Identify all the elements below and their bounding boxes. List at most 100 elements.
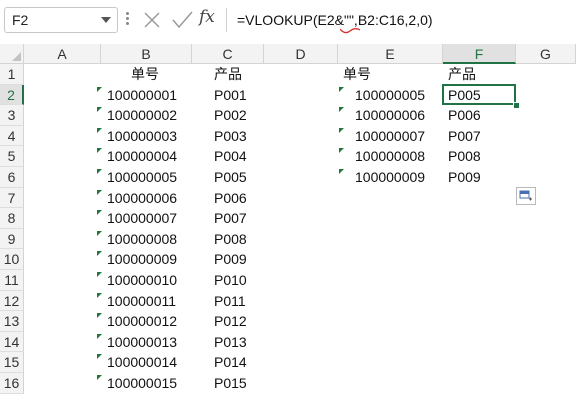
- number-as-text-indicator: [339, 107, 344, 113]
- select-all-button[interactable]: [0, 44, 24, 64]
- formula-bar: F2 fx =VLOOKUP(E2&"",B2:C16,2,0): [0, 0, 576, 40]
- order-cell[interactable]: 100000004: [107, 146, 177, 166]
- row-header-13[interactable]: 13: [0, 311, 24, 332]
- row-header-14[interactable]: 14: [0, 331, 24, 353]
- column-header-f[interactable]: F: [443, 44, 516, 64]
- product-cell[interactable]: P003: [214, 126, 247, 146]
- divider: [226, 8, 227, 32]
- product-cell[interactable]: P009: [214, 249, 247, 269]
- order-cell[interactable]: 100000005: [355, 85, 425, 105]
- order-cell[interactable]: 100000003: [107, 126, 177, 146]
- product-cell[interactable]: P013: [214, 332, 247, 352]
- number-as-text-indicator: [97, 127, 102, 133]
- order-cell[interactable]: 100000011: [107, 291, 176, 311]
- row-header-1[interactable]: 1: [0, 64, 24, 85]
- number-as-text-indicator: [97, 375, 102, 380]
- order-cell[interactable]: 100000001: [107, 85, 177, 105]
- number-as-text-indicator: [97, 148, 102, 154]
- product-cell[interactable]: P002: [214, 105, 247, 125]
- column-header-c[interactable]: C: [192, 44, 264, 64]
- row-header-6[interactable]: 6: [0, 167, 24, 188]
- order-cell[interactable]: 100000002: [107, 105, 177, 125]
- order-cell[interactable]: 100000006: [107, 188, 177, 208]
- product-cell[interactable]: P004: [214, 146, 247, 166]
- order-cell[interactable]: 100000013: [107, 332, 177, 352]
- table-header-product[interactable]: 产品: [448, 64, 476, 84]
- product-cell[interactable]: P001: [214, 85, 247, 105]
- order-cell[interactable]: 100000008: [107, 229, 177, 249]
- order-cell[interactable]: 100000014: [107, 352, 177, 372]
- number-as-text-indicator: [97, 230, 102, 236]
- product-cell[interactable]: P011: [214, 291, 246, 311]
- paste-options-icon[interactable]: [516, 187, 536, 205]
- row-header-11[interactable]: 11: [0, 270, 24, 291]
- number-as-text-indicator: [97, 189, 102, 195]
- order-cell[interactable]: 100000008: [355, 146, 425, 166]
- number-as-text-indicator: [97, 333, 102, 339]
- number-as-text-indicator: [97, 251, 102, 257]
- number-as-text-indicator: [97, 292, 102, 298]
- formula-input[interactable]: =VLOOKUP(E2&"",B2:C16,2,0): [237, 7, 573, 33]
- table-header-order[interactable]: 单号: [131, 64, 159, 84]
- chevron-down-icon[interactable]: [101, 17, 111, 23]
- column-header-b[interactable]: B: [101, 44, 192, 64]
- spreadsheet-grid[interactable]: A B C D E F G 1 2 3 4 5 6 7 8 9 10 11 12 13 14 15 16 单号 产品 100000…: [0, 40, 576, 400]
- order-cell[interactable]: 100000007: [355, 126, 425, 146]
- order-cell[interactable]: 100000009: [355, 167, 425, 187]
- column-header-e[interactable]: E: [338, 44, 443, 64]
- row-header-9[interactable]: 9: [0, 228, 24, 250]
- number-as-text-indicator: [97, 169, 102, 174]
- table-header-product[interactable]: 产品: [214, 64, 242, 84]
- product-cell[interactable]: P007: [214, 208, 247, 228]
- number-as-text-indicator: [97, 86, 102, 92]
- row-header-7[interactable]: 7: [0, 187, 24, 209]
- number-as-text-indicator: [97, 313, 102, 319]
- name-box-value: F2: [12, 12, 29, 28]
- row-header-10[interactable]: 10: [0, 249, 24, 270]
- product-cell[interactable]: P006: [214, 188, 247, 208]
- row-header-2[interactable]: 2: [0, 84, 24, 106]
- insert-function-icon[interactable]: fx: [199, 7, 223, 31]
- row-header-5[interactable]: 5: [0, 146, 24, 167]
- product-cell[interactable]: P010: [214, 270, 247, 290]
- number-as-text-indicator: [97, 272, 102, 277]
- number-as-text-indicator: [339, 127, 344, 133]
- order-cell[interactable]: 100000015: [107, 373, 177, 393]
- row-header-8[interactable]: 8: [0, 208, 24, 229]
- order-cell[interactable]: 100000006: [355, 105, 425, 125]
- drag-handle-icon[interactable]: [126, 12, 130, 28]
- product-cell[interactable]: P007: [448, 126, 481, 146]
- spelling-squiggle-icon: [340, 28, 360, 34]
- product-cell[interactable]: P009: [448, 167, 481, 187]
- order-cell[interactable]: 100000005: [107, 167, 177, 187]
- cancel-icon[interactable]: [140, 8, 164, 32]
- check-icon[interactable]: [170, 8, 194, 32]
- column-header-d[interactable]: D: [264, 44, 338, 64]
- fill-handle[interactable]: [513, 102, 520, 110]
- order-cell[interactable]: 100000007: [107, 208, 177, 228]
- number-as-text-indicator: [339, 86, 344, 92]
- row-header-15[interactable]: 15: [0, 352, 24, 373]
- product-cell[interactable]: P008: [214, 229, 247, 249]
- number-as-text-indicator: [339, 169, 344, 174]
- product-cell[interactable]: P005: [214, 167, 247, 187]
- column-header-g[interactable]: G: [516, 44, 576, 64]
- order-cell[interactable]: 100000009: [107, 249, 177, 269]
- row-header-12[interactable]: 12: [0, 290, 24, 312]
- selected-cell-border: [442, 83, 516, 106]
- column-header-a[interactable]: A: [24, 44, 101, 64]
- product-cell[interactable]: P006: [448, 105, 481, 125]
- row-header-4[interactable]: 4: [0, 125, 24, 147]
- table-header-order[interactable]: 单号: [343, 64, 371, 84]
- row-header-16[interactable]: 16: [0, 373, 24, 394]
- product-cell[interactable]: P015: [214, 373, 247, 393]
- product-cell[interactable]: P014: [214, 352, 247, 372]
- order-cell[interactable]: 100000010: [107, 270, 177, 290]
- row-header-3[interactable]: 3: [0, 105, 24, 126]
- name-box[interactable]: F2: [4, 7, 118, 33]
- number-as-text-indicator: [339, 148, 344, 154]
- order-cell[interactable]: 100000012: [107, 311, 177, 331]
- product-cell[interactable]: P008: [448, 146, 481, 166]
- number-as-text-indicator: [97, 210, 102, 216]
- product-cell[interactable]: P012: [214, 311, 247, 331]
